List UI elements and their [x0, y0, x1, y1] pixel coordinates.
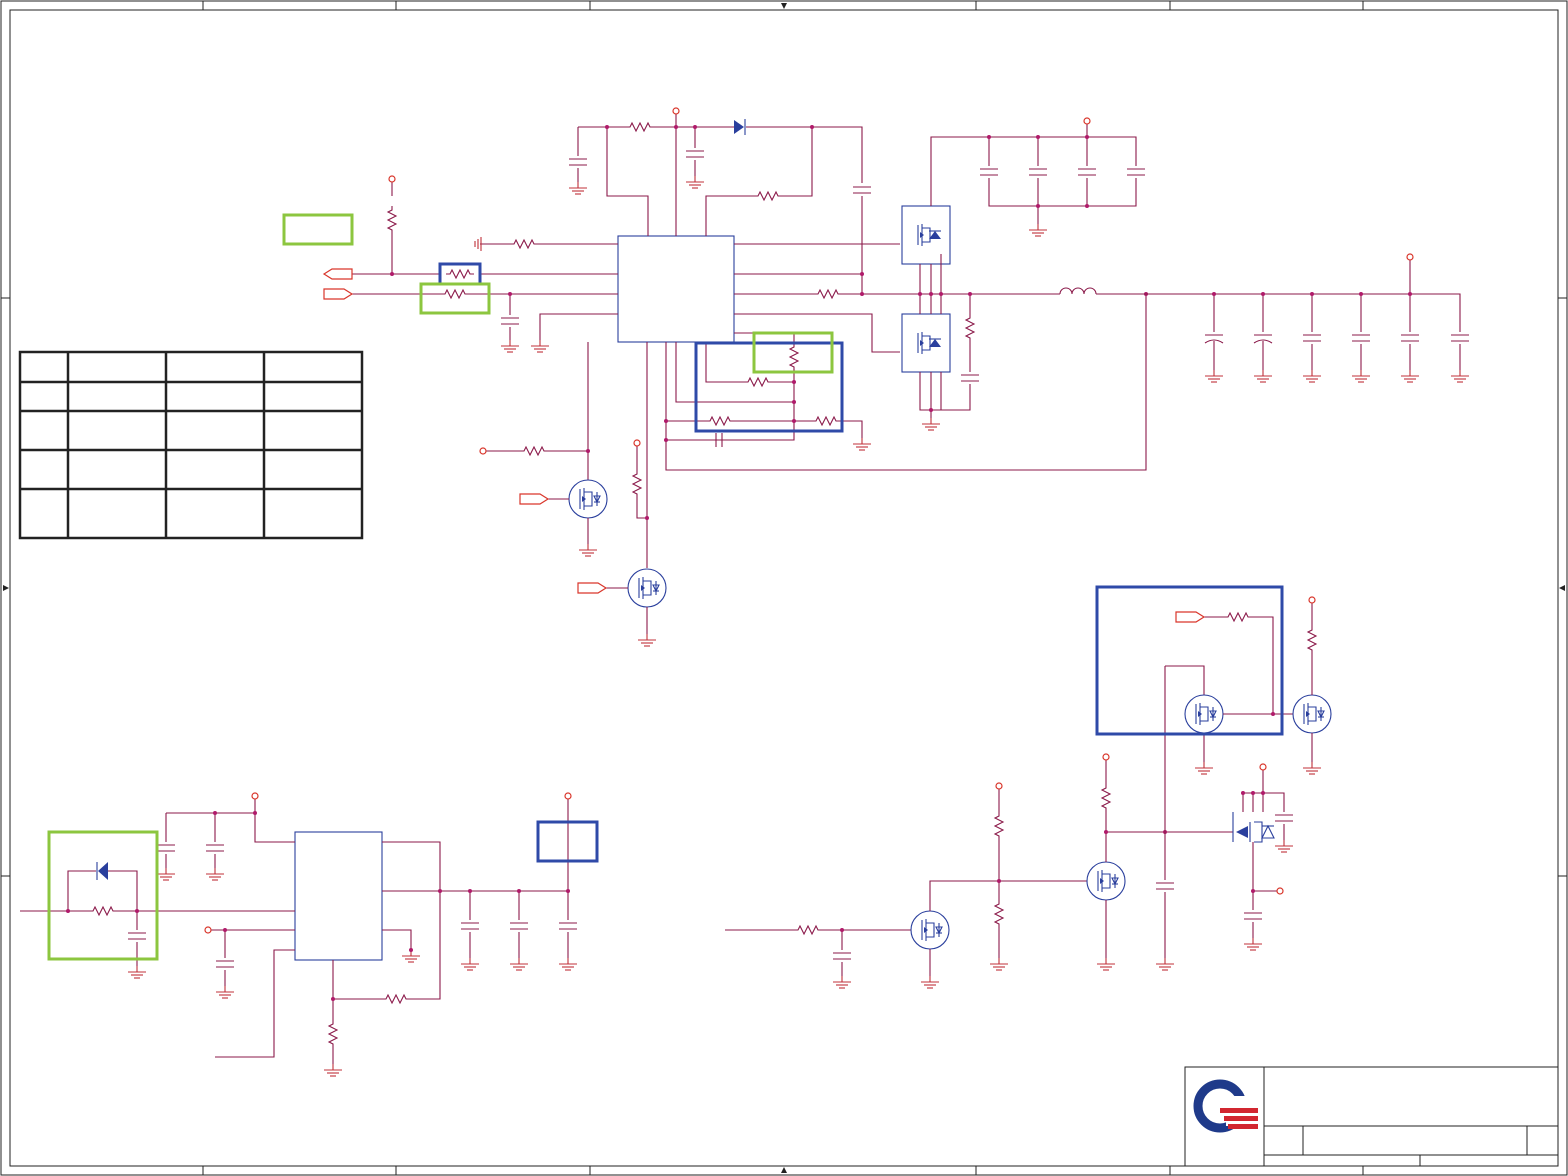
ldo-section	[20, 792, 578, 1077]
green-highlight-box	[282, 213, 354, 246]
title-block	[1184, 1066, 1559, 1167]
port-arrow-icon	[323, 288, 354, 300]
gate-mosfet-icon	[1292, 694, 1332, 734]
high-side-mosfet-icon	[901, 205, 951, 265]
option-table	[18, 350, 364, 540]
control-mosfet-icon	[910, 910, 950, 950]
schematic-sheet	[0, 0, 1568, 1176]
schottky-diode-icon	[96, 862, 108, 880]
low-side-mosfet-icon	[901, 313, 951, 373]
green-highlight-box	[419, 282, 491, 315]
switch-mosfet-icon	[1086, 861, 1126, 901]
blue-highlight-box	[1095, 585, 1284, 736]
port-arrow-icon	[322, 268, 353, 280]
drawing-frame	[0, 0, 1568, 1176]
controller-ic	[617, 235, 735, 343]
pwm-controller-section	[322, 107, 1470, 647]
ldo-ic	[294, 831, 383, 961]
port-arrow-icon	[1175, 611, 1206, 623]
enable-mosfet-icon	[568, 479, 608, 519]
green-highlight-box	[47, 830, 159, 961]
pulldown-mosfet-icon	[627, 568, 667, 608]
port-arrow-icon	[577, 582, 608, 594]
company-logo-icon	[1193, 1079, 1260, 1133]
blue-highlight-box	[694, 341, 844, 433]
output-inductor-icon	[1059, 287, 1097, 295]
discharge-mosfet-icon	[1184, 694, 1224, 734]
port-arrow-icon	[519, 493, 550, 505]
load-switch-mosfet-icon	[1232, 812, 1275, 843]
load-switch-section	[725, 596, 1332, 989]
bootstrap-diode-icon	[734, 119, 746, 135]
